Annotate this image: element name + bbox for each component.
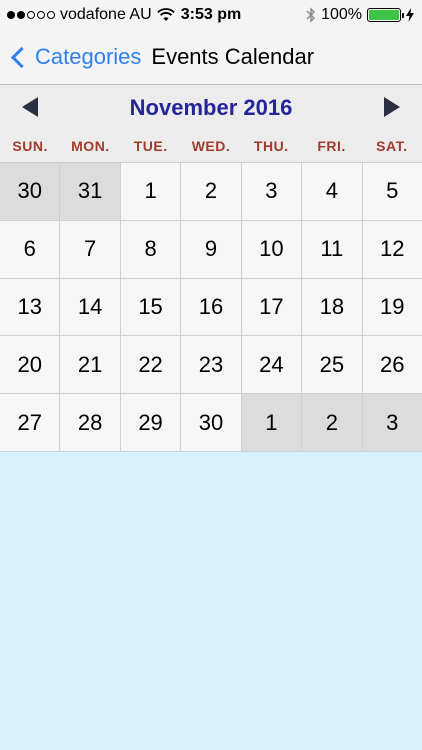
bluetooth-icon	[306, 7, 316, 23]
calendar-day[interactable]: 3	[241, 163, 302, 220]
status-left: vodafone AU	[7, 6, 175, 24]
calendar-day[interactable]: 28	[60, 394, 120, 451]
calendar-day-other-month[interactable]: 30	[0, 163, 60, 220]
battery-icon	[367, 8, 404, 22]
wifi-icon	[156, 8, 175, 21]
calendar-day[interactable]: 2	[181, 163, 241, 220]
calendar-day[interactable]: 1	[120, 163, 181, 220]
weekday-header-row: SUN. MON. TUE. WED. THU. FRI. SAT.	[0, 130, 422, 162]
back-button[interactable]: Categories	[0, 44, 141, 70]
next-month-arrow-icon[interactable]	[384, 97, 400, 117]
calendar-day[interactable]: 5	[362, 163, 422, 220]
calendar-day[interactable]: 14	[60, 278, 120, 336]
calendar-day[interactable]: 10	[241, 220, 302, 278]
calendar-day-other-month[interactable]: 31	[60, 163, 120, 220]
battery-percent: 100%	[321, 6, 362, 23]
status-bar: vodafone AU 3:53 pm 100%	[0, 0, 422, 30]
calendar-day-grid: 30 31 1 2 3 4 5 6 7 8 9 10 11 12 13 14 15 16 17 18 19 20 21 22 2…	[0, 162, 422, 452]
month-title: November 2016	[129, 94, 293, 120]
calendar-day[interactable]: 16	[181, 278, 241, 336]
calendar-day[interactable]: 9	[181, 220, 241, 278]
weekday-label: FRI.	[317, 138, 346, 154]
navigation-bar: Categories Events Calendar	[0, 30, 422, 85]
calendar-day[interactable]: 20	[0, 336, 60, 394]
calendar-day[interactable]: 22	[120, 336, 181, 394]
calendar-day[interactable]: 30	[181, 394, 241, 451]
weekday-label: SUN.	[12, 138, 48, 154]
calendar-header: November 2016	[0, 85, 422, 130]
chevron-left-icon	[10, 46, 33, 68]
battery-fill	[369, 10, 399, 20]
calendar-day[interactable]: 23	[181, 336, 241, 394]
page-title: Events Calendar	[151, 44, 315, 69]
previous-month-arrow-icon[interactable]	[22, 97, 38, 117]
calendar-day[interactable]: 8	[120, 220, 181, 278]
calendar-day[interactable]: 15	[120, 278, 181, 336]
calendar-day-other-month[interactable]: 3	[362, 394, 422, 451]
carrier-label: vodafone AU	[60, 6, 152, 23]
calendar-day[interactable]: 25	[302, 336, 362, 394]
weekday-label: THU.	[253, 138, 289, 154]
status-right: 100%	[306, 6, 414, 24]
calendar-day[interactable]: 27	[0, 394, 60, 451]
back-button-label: Categories	[35, 44, 142, 69]
calendar-day[interactable]: 11	[302, 220, 362, 278]
weekday-label: MON.	[71, 138, 110, 154]
calendar-day[interactable]: 12	[362, 220, 422, 278]
calendar-day-other-month[interactable]: 1	[241, 394, 302, 451]
calendar-day[interactable]: 18	[302, 278, 362, 336]
calendar-day[interactable]: 6	[0, 220, 60, 278]
calendar-day[interactable]: 21	[60, 336, 120, 394]
calendar-day[interactable]: 13	[0, 278, 60, 336]
weekday-label: SAT.	[376, 138, 408, 154]
calendar-day[interactable]: 19	[362, 278, 422, 336]
calendar-day[interactable]: 7	[60, 220, 120, 278]
calendar-day[interactable]: 26	[362, 336, 422, 394]
calendar-day-other-month[interactable]: 2	[302, 394, 362, 451]
calendar-day[interactable]: 17	[241, 278, 302, 336]
calendar-day[interactable]: 24	[241, 336, 302, 394]
weekday-label: TUE.	[133, 138, 168, 154]
calendar-day[interactable]: 4	[302, 163, 362, 220]
weekday-label: WED.	[191, 138, 231, 154]
calendar-day[interactable]: 29	[120, 394, 181, 451]
charging-bolt-icon	[406, 8, 414, 22]
signal-strength-icon	[7, 11, 55, 19]
